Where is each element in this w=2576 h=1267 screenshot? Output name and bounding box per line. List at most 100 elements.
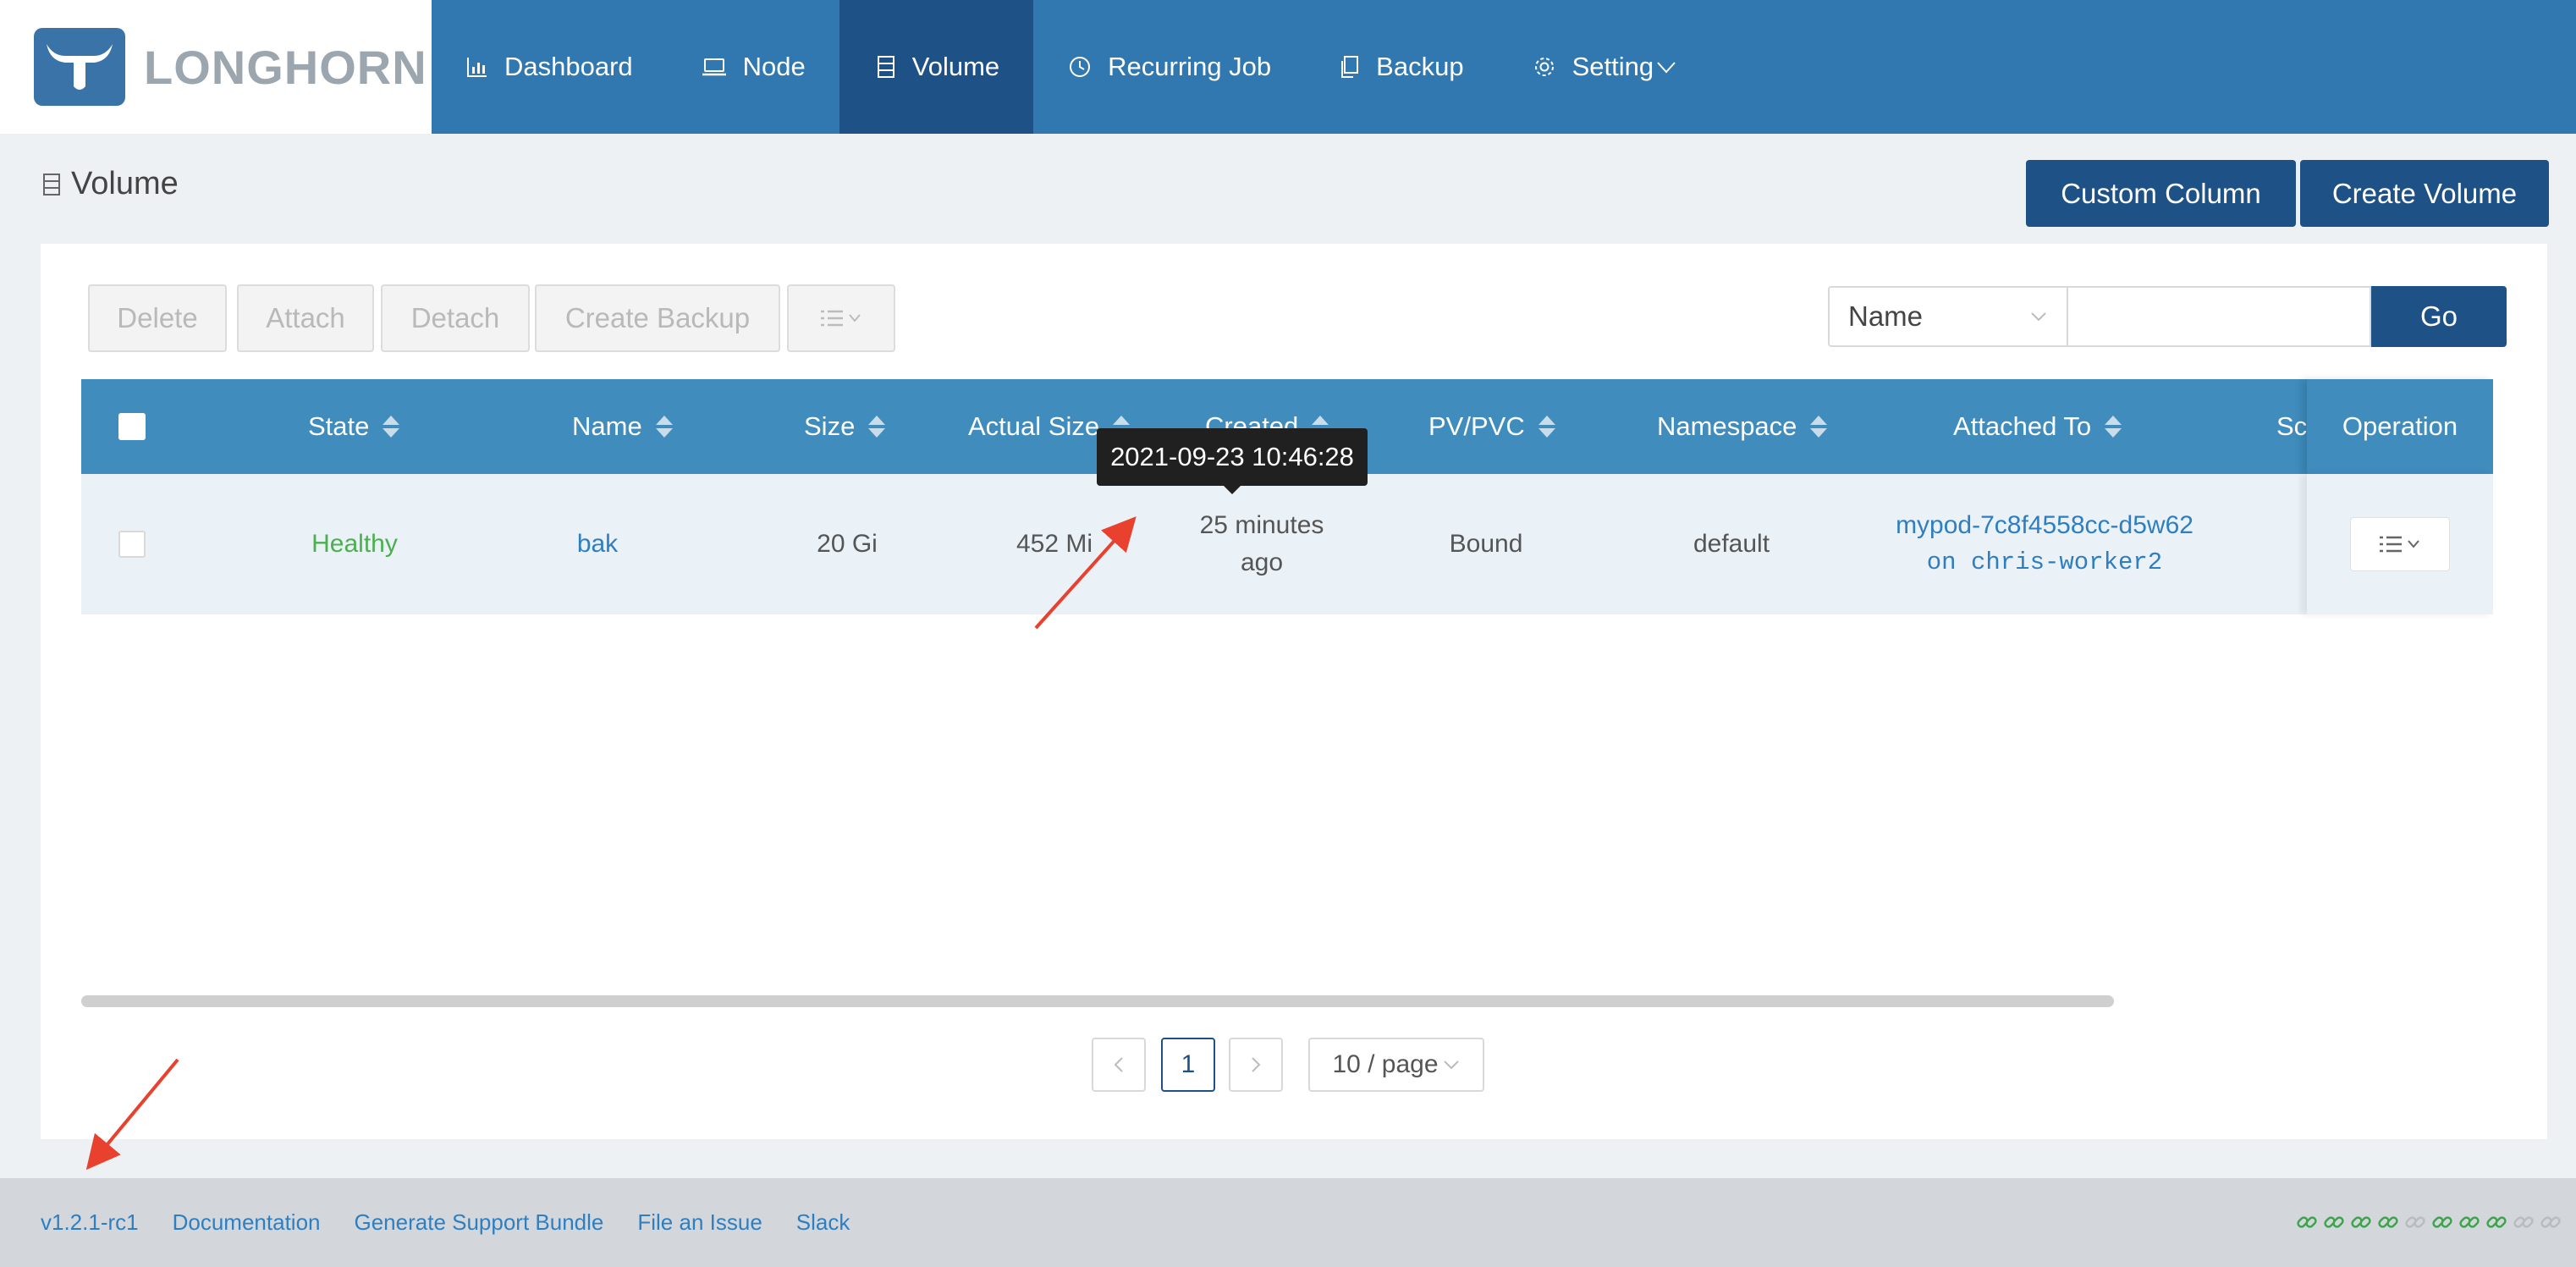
generate-support-bundle-link[interactable]: Generate Support Bundle — [355, 1209, 604, 1236]
sort-icon — [868, 416, 886, 438]
page-title-text: Volume — [71, 166, 179, 201]
link-connected-icon — [2351, 1216, 2371, 1228]
volume-namespace: default — [1693, 530, 1770, 558]
nav-label: Setting — [1571, 52, 1654, 81]
nav-recurring-job[interactable]: Recurring Job — [1033, 0, 1305, 134]
bulk-actions-menu-button[interactable] — [787, 284, 895, 352]
link-connected-icon — [2432, 1216, 2452, 1228]
sort-icon — [1810, 416, 1828, 438]
nav-label: Backup — [1376, 52, 1464, 81]
list-icon — [821, 310, 861, 327]
column-header-pv-pvc[interactable]: PV/PVC — [1428, 379, 1555, 474]
nav-label: Recurring Job — [1108, 52, 1272, 81]
copy-icon — [1341, 56, 1359, 78]
prev-page-button[interactable] — [1092, 1038, 1146, 1092]
horizontal-scrollbar[interactable] — [81, 995, 2114, 1007]
row-checkbox[interactable] — [118, 531, 146, 558]
delete-button[interactable]: Delete — [88, 284, 227, 352]
volume-attached-to-link[interactable]: mypod-7c8f4558cc-d5w62 on chris-worker2 — [1875, 474, 2214, 614]
created-line-2: ago — [1240, 548, 1284, 576]
sort-icon — [383, 416, 400, 438]
chevron-right-icon — [1252, 1057, 1261, 1072]
link-disconnected-icon — [2513, 1216, 2534, 1228]
next-page-button[interactable] — [1229, 1038, 1283, 1092]
search-bar: Name Go — [1828, 286, 2507, 347]
link-connected-icon — [2378, 1216, 2398, 1228]
select-all-checkbox[interactable] — [118, 413, 146, 440]
nav-setting[interactable]: Setting — [1498, 0, 1712, 134]
column-header-state[interactable]: State — [308, 379, 400, 474]
go-button[interactable]: Go — [2371, 286, 2507, 347]
page-title: Volume — [41, 166, 179, 202]
chevron-down-icon — [2031, 312, 2046, 322]
nav-backup[interactable]: Backup — [1305, 0, 1497, 134]
gear-icon — [1534, 58, 1554, 76]
nav-label: Volume — [911, 52, 1000, 81]
top-navbar: LONGHORN Dashboard Node Volume Recurring… — [0, 0, 2576, 134]
column-header-attached-to[interactable]: Attached To — [1953, 379, 2122, 474]
search-input[interactable] — [2068, 286, 2371, 347]
attach-button[interactable]: Attach — [237, 284, 374, 352]
attached-pod: mypod-7c8f4558cc-d5w62 — [1896, 511, 2193, 539]
link-connected-icon — [2324, 1216, 2344, 1228]
longhorn-logo-icon — [34, 28, 125, 106]
nav-dashboard[interactable]: Dashboard — [432, 0, 667, 134]
page-size-value: 10 / page — [1332, 1050, 1439, 1078]
volume-pv-pvc: Bound — [1449, 530, 1523, 558]
custom-column-button[interactable]: Custom Column — [2026, 160, 2296, 227]
logo[interactable]: LONGHORN — [0, 0, 432, 134]
page-size-select[interactable]: 10 / page — [1308, 1038, 1484, 1092]
chevron-down-icon — [1657, 62, 1676, 74]
created-line-1: 25 minutes — [1199, 511, 1324, 539]
column-header-size[interactable]: Size — [804, 379, 886, 474]
documentation-link[interactable]: Documentation — [173, 1209, 321, 1236]
volume-created[interactable]: 25 minutes ago — [1173, 474, 1351, 614]
row-operation-menu-button[interactable] — [2350, 517, 2450, 571]
operation-cell — [2307, 474, 2493, 614]
create-backup-button[interactable]: Create Backup — [535, 284, 780, 352]
column-header-namespace[interactable]: Namespace — [1657, 379, 1828, 474]
volume-icon — [43, 173, 60, 196]
column-header-truncated[interactable]: Sc — [2276, 379, 2307, 474]
sort-icon — [655, 416, 673, 438]
created-timestamp-tooltip: 2021-09-23 10:46:28 — [1097, 428, 1368, 494]
column-header-name[interactable]: Name — [572, 379, 673, 474]
search-field-value: Name — [1848, 300, 1924, 332]
chevron-down-icon — [1443, 1060, 1459, 1070]
footer: v1.2.1-rc1 Documentation Generate Suppor… — [0, 1178, 2576, 1267]
link-connected-icon — [2486, 1216, 2507, 1228]
attached-node: on chris-worker2 — [1926, 548, 2163, 576]
link-disconnected-icon — [2405, 1216, 2425, 1228]
chevron-left-icon — [1114, 1057, 1123, 1072]
detach-button[interactable]: Detach — [381, 284, 530, 352]
table-row: Healthy bak 20 Gi 452 Mi 25 minutes ago … — [81, 474, 2493, 614]
nav-label: Dashboard — [504, 52, 633, 81]
bar-chart-icon — [467, 58, 487, 77]
volume-size: 20 Gi — [817, 530, 878, 558]
laptop-icon — [702, 58, 726, 76]
connection-status-icons — [2295, 1210, 2562, 1234]
volume-panel: Delete Attach Detach Create Backup Name … — [41, 244, 2547, 1139]
logo-text: LONGHORN — [144, 40, 427, 94]
pagination: 1 10 / page — [41, 1038, 2547, 1093]
volume-actual-size: 452 Mi — [1016, 530, 1093, 558]
nav-volume[interactable]: Volume — [839, 0, 1034, 134]
nav-node[interactable]: Node — [667, 0, 839, 134]
link-connected-icon — [2459, 1216, 2480, 1228]
volume-name-link[interactable]: bak — [538, 474, 657, 614]
page-button-current[interactable]: 1 — [1161, 1038, 1215, 1092]
sort-icon — [2105, 416, 2122, 438]
list-icon — [2380, 536, 2419, 553]
nav-label: Node — [742, 52, 806, 81]
create-volume-button[interactable]: Create Volume — [2300, 160, 2549, 227]
version-link[interactable]: v1.2.1-rc1 — [41, 1209, 139, 1236]
search-field-select[interactable]: Name — [1828, 286, 2068, 347]
clock-icon — [1070, 57, 1091, 77]
volume-state: Healthy — [311, 530, 398, 558]
link-connected-icon — [2297, 1216, 2317, 1228]
file-an-issue-link[interactable]: File an Issue — [637, 1209, 762, 1236]
volume-icon — [877, 56, 894, 78]
column-header-operation: Operation — [2307, 379, 2493, 474]
sort-icon — [1538, 416, 1555, 438]
slack-link[interactable]: Slack — [796, 1209, 850, 1236]
